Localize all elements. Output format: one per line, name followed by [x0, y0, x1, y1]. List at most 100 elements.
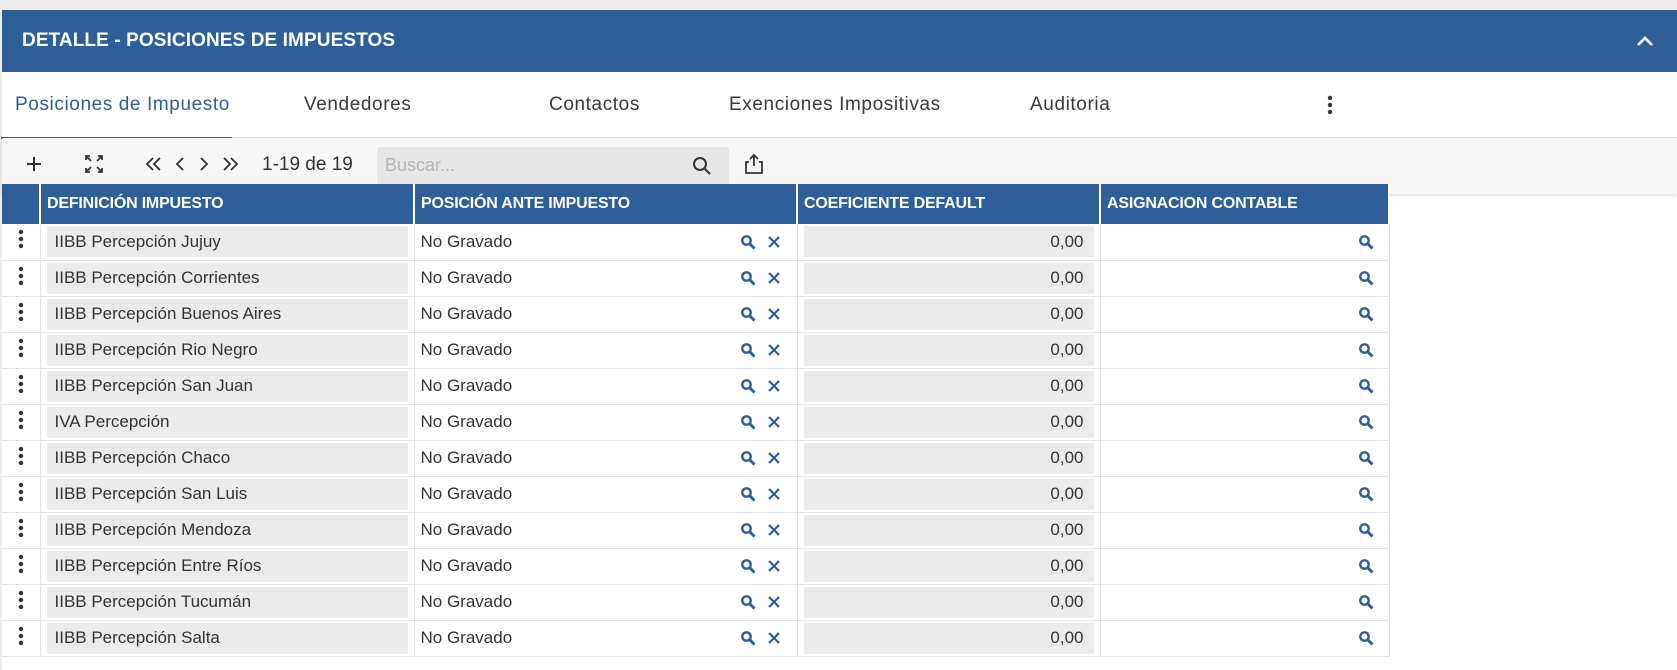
table-row[interactable]: IIBB Percepción Jujuy No Gravado 0,00 [2, 224, 1390, 261]
last-page-button[interactable] [216, 152, 244, 180]
close-icon[interactable] [765, 341, 783, 359]
column-header-asignacion[interactable]: ASIGNACION CONTABLE [1100, 184, 1390, 224]
search-icon[interactable] [739, 593, 757, 611]
search-icon[interactable] [739, 377, 757, 395]
asignacion-cell[interactable] [1100, 296, 1390, 333]
posicion-cell[interactable]: No Gravado [414, 512, 798, 549]
search-icon[interactable] [739, 341, 757, 359]
search-icon[interactable] [1357, 593, 1375, 611]
search-icon[interactable] [1357, 629, 1375, 647]
search-input[interactable] [377, 147, 677, 184]
row-menu-button[interactable] [2, 584, 41, 621]
posicion-value[interactable]: No Gravado [421, 484, 739, 504]
row-menu-button[interactable] [2, 548, 41, 585]
tab-exenciones-impositivas[interactable]: Exenciones Impositivas [729, 72, 941, 138]
posicion-value[interactable]: No Gravado [421, 232, 739, 252]
first-page-button[interactable] [140, 152, 168, 180]
posicion-cell[interactable]: No Gravado [414, 620, 798, 657]
more-vertical-icon[interactable] [1318, 93, 1342, 117]
posicion-value[interactable]: No Gravado [421, 520, 739, 540]
chevron-up-icon[interactable] [1633, 29, 1657, 53]
expand-button[interactable] [80, 152, 108, 180]
table-row[interactable]: IVA Percepción No Gravado 0,00 [2, 404, 1390, 441]
asignacion-cell[interactable] [1100, 224, 1390, 261]
search-icon[interactable] [1357, 377, 1375, 395]
close-icon[interactable] [765, 377, 783, 395]
row-menu-button[interactable] [2, 476, 41, 513]
table-row[interactable]: IIBB Percepción Buenos Aires No Gravado … [2, 296, 1390, 333]
search-icon[interactable] [739, 557, 757, 575]
posicion-cell[interactable]: No Gravado [414, 368, 798, 405]
tab-auditoria[interactable]: Auditoria [1030, 72, 1110, 138]
search-icon[interactable] [739, 521, 757, 539]
tab-posiciones-de-impuesto[interactable]: Posiciones de Impuesto [1, 72, 232, 139]
search-icon[interactable] [691, 155, 713, 177]
asignacion-cell[interactable] [1100, 440, 1390, 477]
asignacion-cell[interactable] [1100, 260, 1390, 297]
row-menu-button[interactable] [2, 224, 41, 261]
asignacion-cell[interactable] [1100, 332, 1390, 369]
table-row[interactable]: IIBB Percepción Mendoza No Gravado 0,00 [2, 512, 1390, 549]
column-header-posicion[interactable]: POSICIÓN ANTE IMPUESTO [414, 184, 798, 224]
posicion-value[interactable]: No Gravado [421, 268, 739, 288]
row-menu-button[interactable] [2, 404, 41, 441]
asignacion-cell[interactable] [1100, 512, 1390, 549]
close-icon[interactable] [765, 449, 783, 467]
search-icon[interactable] [1357, 557, 1375, 575]
close-icon[interactable] [765, 521, 783, 539]
asignacion-cell[interactable] [1100, 476, 1390, 513]
asignacion-cell[interactable] [1100, 368, 1390, 405]
posicion-value[interactable]: No Gravado [421, 376, 739, 396]
posicion-cell[interactable]: No Gravado [414, 404, 798, 441]
posicion-value[interactable]: No Gravado [421, 592, 739, 612]
asignacion-cell[interactable] [1100, 548, 1390, 585]
posicion-cell[interactable]: No Gravado [414, 296, 798, 333]
close-icon[interactable] [765, 233, 783, 251]
posicion-cell[interactable]: No Gravado [414, 332, 798, 369]
table-row[interactable]: IIBB Percepción Tucumán No Gravado 0,00 [2, 584, 1390, 621]
table-row[interactable]: IIBB Percepción Salta No Gravado 0,00 [2, 620, 1390, 657]
search-icon[interactable] [739, 485, 757, 503]
asignacion-cell[interactable] [1100, 584, 1390, 621]
row-menu-button[interactable] [2, 260, 41, 297]
posicion-cell[interactable]: No Gravado [414, 548, 798, 585]
posicion-value[interactable]: No Gravado [421, 304, 739, 324]
posicion-cell[interactable]: No Gravado [414, 224, 798, 261]
posicion-value[interactable]: No Gravado [421, 448, 739, 468]
search-icon[interactable] [739, 413, 757, 431]
posicion-cell[interactable]: No Gravado [414, 584, 798, 621]
search-icon[interactable] [739, 449, 757, 467]
row-menu-button[interactable] [2, 440, 41, 477]
posicion-value[interactable]: No Gravado [421, 412, 739, 432]
close-icon[interactable] [765, 305, 783, 323]
tab-vendedores[interactable]: Vendedores [304, 72, 411, 138]
search-icon[interactable] [739, 233, 757, 251]
table-row[interactable]: IIBB Percepción Chaco No Gravado 0,00 [2, 440, 1390, 477]
close-icon[interactable] [765, 413, 783, 431]
table-row[interactable]: IIBB Percepción San Luis No Gravado 0,00 [2, 476, 1390, 513]
table-row[interactable]: IIBB Percepción San Juan No Gravado 0,00 [2, 368, 1390, 405]
search-icon[interactable] [739, 305, 757, 323]
add-button[interactable] [20, 152, 48, 180]
asignacion-cell[interactable] [1100, 404, 1390, 441]
search-icon[interactable] [1357, 449, 1375, 467]
close-icon[interactable] [765, 557, 783, 575]
column-header-coeficiente[interactable]: COEFICIENTE DEFAULT [797, 184, 1101, 224]
posicion-cell[interactable]: No Gravado [414, 260, 798, 297]
table-row[interactable]: IIBB Percepción Entre Ríos No Gravado 0,… [2, 548, 1390, 585]
row-menu-button[interactable] [2, 368, 41, 405]
asignacion-cell[interactable] [1100, 620, 1390, 657]
search-icon[interactable] [1357, 233, 1375, 251]
close-icon[interactable] [765, 269, 783, 287]
column-header-definicion[interactable]: DEFINICIÓN IMPUESTO [40, 184, 415, 224]
table-row[interactable]: IIBB Percepción Corrientes No Gravado 0,… [2, 260, 1390, 297]
close-icon[interactable] [765, 593, 783, 611]
row-menu-button[interactable] [2, 620, 41, 657]
posicion-cell[interactable]: No Gravado [414, 476, 798, 513]
row-menu-button[interactable] [2, 332, 41, 369]
search-icon[interactable] [1357, 269, 1375, 287]
row-menu-button[interactable] [2, 296, 41, 333]
search-icon[interactable] [739, 629, 757, 647]
posicion-value[interactable]: No Gravado [421, 340, 739, 360]
posicion-value[interactable]: No Gravado [421, 628, 739, 648]
